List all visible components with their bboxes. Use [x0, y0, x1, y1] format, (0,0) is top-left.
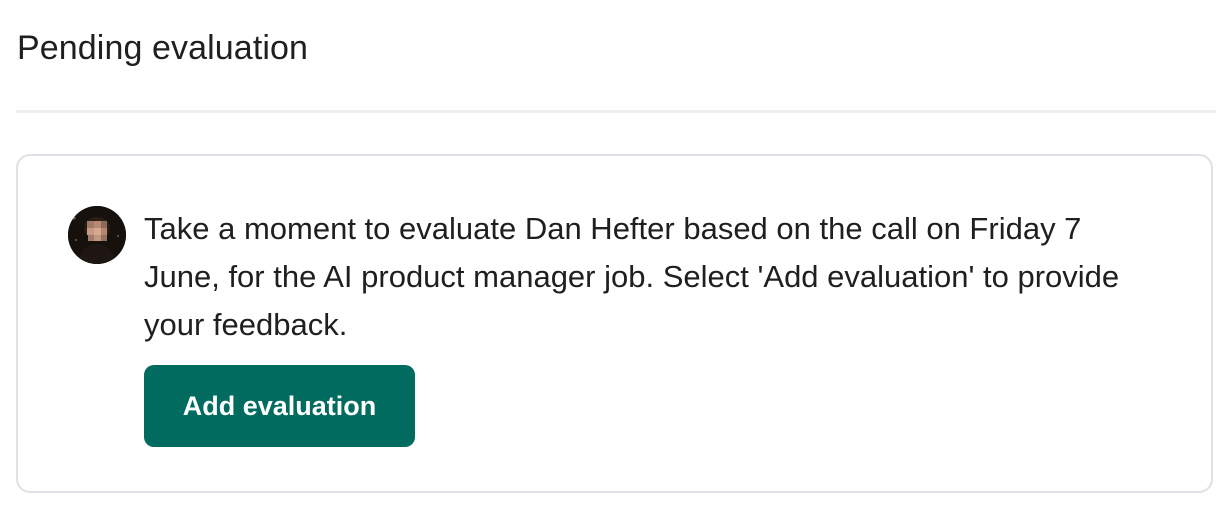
- evaluation-message: Take a moment to evaluate Dan Hefter bas…: [144, 211, 1120, 342]
- avatar-photo-icon: [68, 206, 126, 264]
- divider: [16, 110, 1216, 113]
- pending-evaluation-page: Pending evaluation Take a moment to eval…: [0, 0, 1231, 507]
- section-title: Pending evaluation: [17, 29, 309, 67]
- avatar: [68, 206, 126, 264]
- add-evaluation-button[interactable]: Add evaluation: [144, 365, 415, 447]
- evaluation-card: Take a moment to evaluate Dan Hefter bas…: [16, 154, 1213, 493]
